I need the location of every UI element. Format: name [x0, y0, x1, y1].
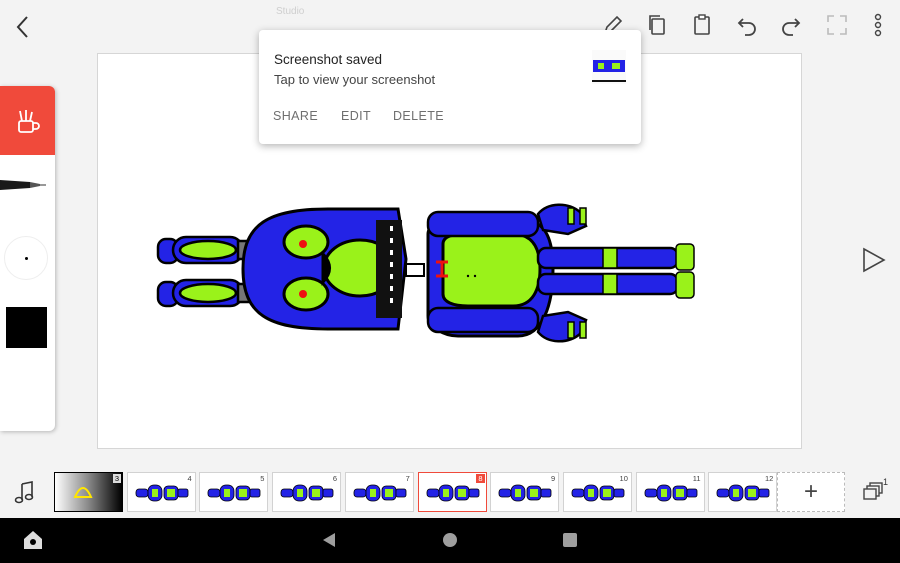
- redo-icon[interactable]: [776, 10, 806, 40]
- navigation-bar: [0, 518, 900, 563]
- frame-thumbnail: [353, 484, 407, 502]
- brush-cup-tool[interactable]: [0, 86, 55, 155]
- frame-number: 3: [112, 474, 121, 483]
- frame-number: 7: [405, 474, 410, 483]
- frame-number: 9: [551, 474, 556, 483]
- timeline-frame[interactable]: 4: [126, 472, 196, 512]
- timeline-frame[interactable]: 7: [344, 472, 414, 512]
- nav-home-icon[interactable]: [443, 533, 457, 547]
- timeline-frame[interactable]: 3: [54, 472, 123, 512]
- frame-number: 6: [332, 474, 338, 483]
- timeline-frame[interactable]: 10: [562, 472, 632, 512]
- delete-button[interactable]: DELETE: [393, 109, 444, 123]
- frame-number: 4: [187, 474, 192, 483]
- frame-number: 10: [619, 474, 628, 483]
- brush-size-control[interactable]: [4, 236, 48, 280]
- more-vertical-icon[interactable]: [863, 10, 893, 40]
- frame-thumbnail: [280, 484, 334, 502]
- screenshot-thumbnail[interactable]: [592, 50, 626, 84]
- clipboard-icon[interactable]: [687, 10, 717, 40]
- layers-button[interactable]: 1: [862, 477, 888, 506]
- brush-size-dot: [25, 257, 28, 260]
- music-note-icon[interactable]: [14, 480, 36, 509]
- nav-back-icon[interactable]: [321, 531, 337, 554]
- status-title: Studio: [276, 6, 305, 17]
- timeline-frame[interactable]: 8: [417, 472, 487, 512]
- layers-count: 1: [882, 477, 888, 487]
- frame-thumbnail: [135, 484, 189, 502]
- tool-panel: [0, 86, 55, 431]
- nav-recents-icon[interactable]: [563, 533, 577, 547]
- play-icon: [863, 247, 886, 273]
- share-button[interactable]: SHARE: [273, 109, 318, 123]
- frame-number: 11: [692, 474, 701, 483]
- pen-icon: [0, 180, 46, 190]
- timeline-frame[interactable]: 9: [490, 472, 560, 512]
- color-swatch[interactable]: [6, 307, 47, 348]
- timeline: 3 4 5 6 7 8 9 10 11 12 + 1: [0, 468, 900, 518]
- frame-number: 5: [260, 474, 265, 483]
- add-frame-button[interactable]: +: [777, 472, 845, 512]
- undo-icon[interactable]: [732, 10, 762, 40]
- brushes-cup-icon: [17, 109, 40, 133]
- back-arrow-icon[interactable]: [8, 12, 38, 42]
- fullscreen-icon[interactable]: [822, 10, 852, 40]
- timeline-frame[interactable]: 11: [635, 472, 705, 512]
- pen-tool[interactable]: [0, 170, 50, 200]
- edit-button[interactable]: EDIT: [341, 109, 371, 123]
- home-app-icon[interactable]: [22, 529, 44, 556]
- timeline-frame[interactable]: 6: [272, 472, 342, 512]
- frame-number: 8: [476, 474, 485, 483]
- notification-subtitle: Tap to view your screenshot: [274, 72, 436, 87]
- notification-title: Screenshot saved: [274, 52, 383, 67]
- frame-number: 12: [764, 474, 774, 483]
- add-frame-label: +: [803, 478, 818, 505]
- timeline-frame[interactable]: 12: [708, 472, 778, 512]
- copy-icon[interactable]: [642, 10, 672, 40]
- screenshot-notification[interactable]: Screenshot saved Tap to view your screen…: [259, 30, 641, 144]
- timeline-frame[interactable]: 5: [199, 472, 269, 512]
- frame-thumbnail: [498, 484, 552, 502]
- play-button[interactable]: [860, 246, 888, 274]
- frame-thumbnail: [207, 484, 261, 502]
